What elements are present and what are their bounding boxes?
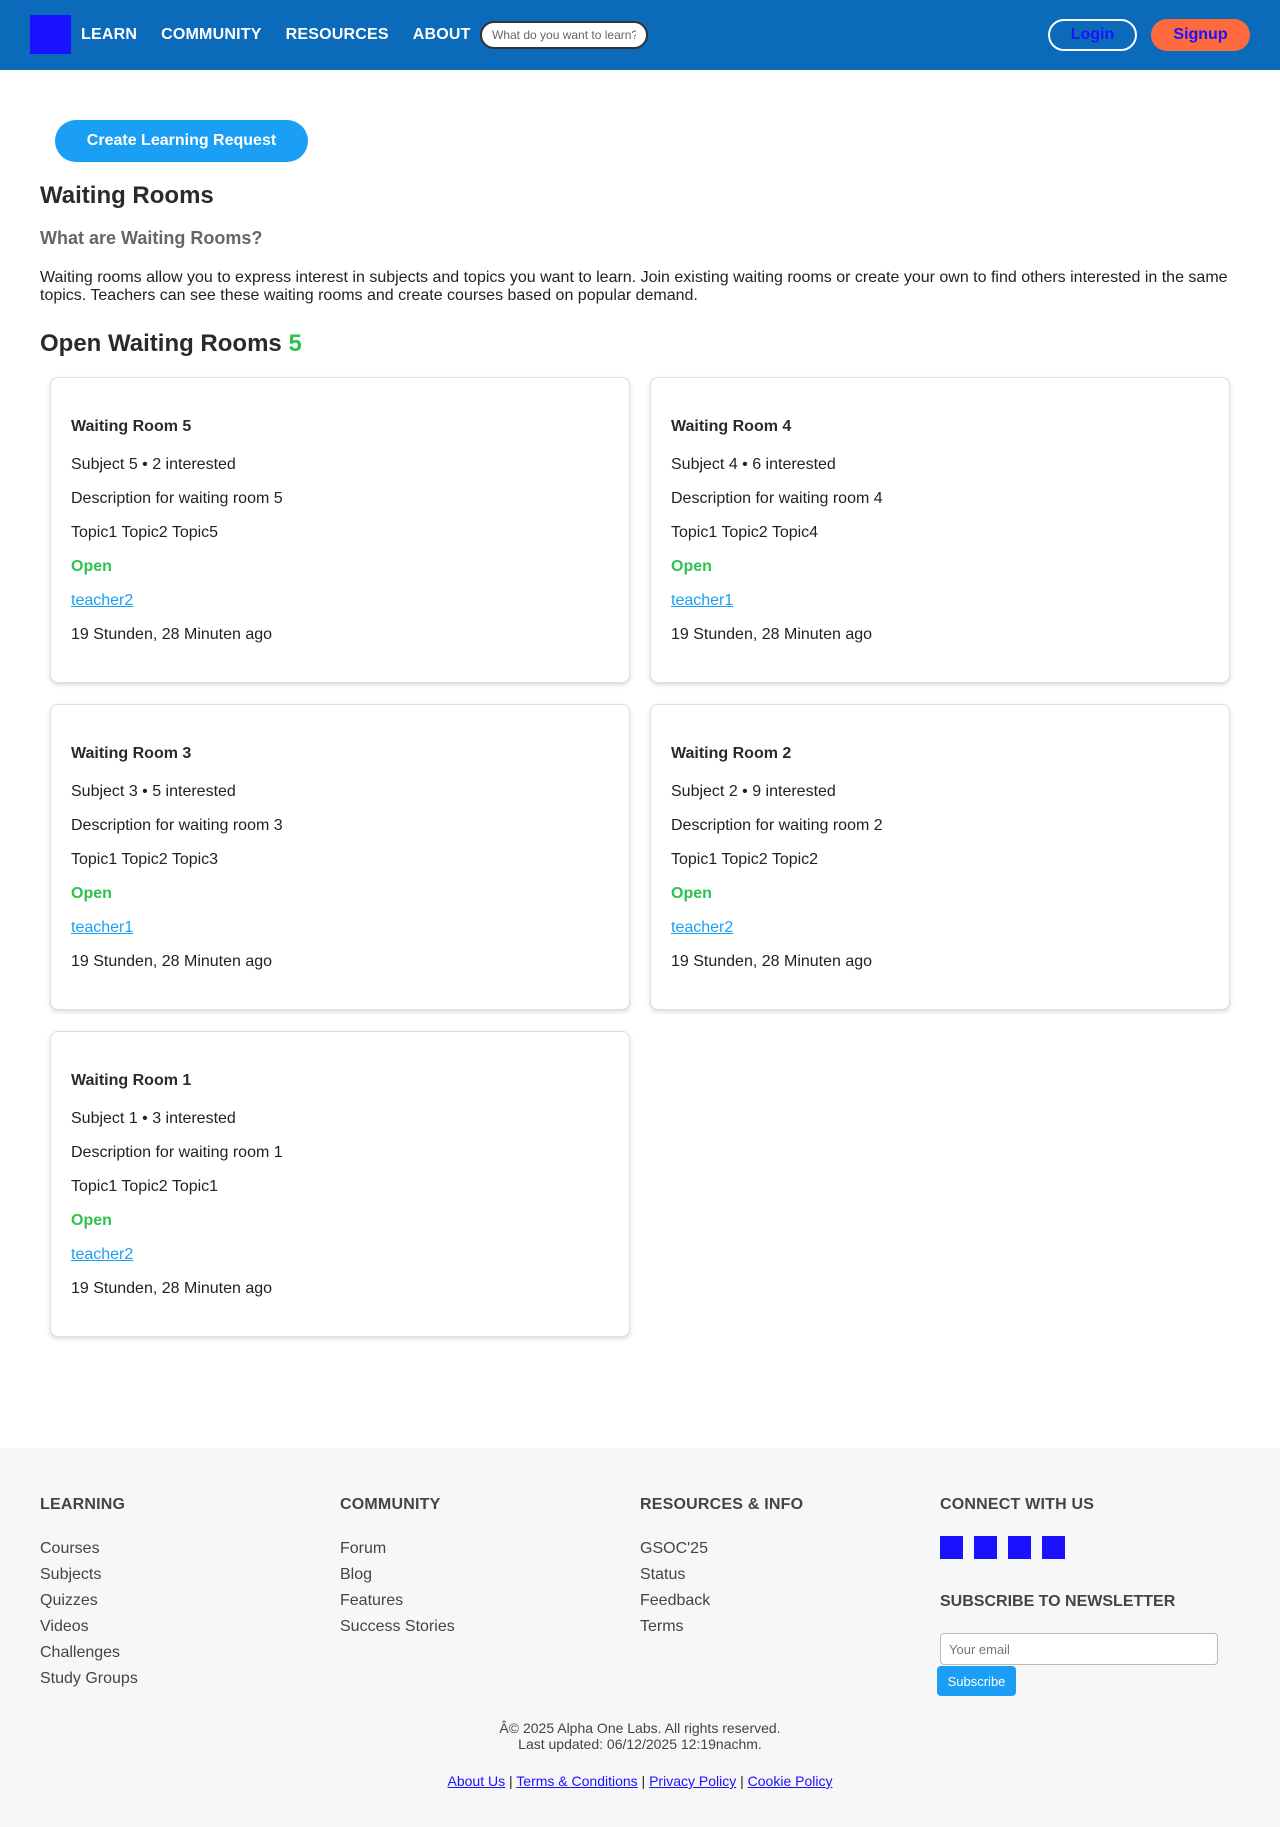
room-meta: Subject 4 • 6 interested: [671, 456, 836, 473]
signup-button[interactable]: Signup: [1151, 19, 1250, 51]
newsletter-title: SUBSCRIBE TO NEWSLETTER: [940, 1593, 1176, 1610]
open-rooms-heading: Open Waiting Rooms 5: [40, 330, 302, 358]
search-input[interactable]: [480, 21, 648, 49]
footer-link-study-groups[interactable]: Study Groups: [40, 1666, 138, 1692]
room-description: Description for waiting room 4: [671, 490, 883, 507]
last-updated-text: Last updated: 06/12/2025 12:19nachm.: [518, 1736, 762, 1752]
footer-link-challenges[interactable]: Challenges: [40, 1640, 138, 1666]
waiting-room-card[interactable]: Waiting Room 4 Subject 4 • 6 interested …: [650, 377, 1230, 683]
footer-link-status[interactable]: Status: [640, 1562, 803, 1588]
footer-link-blog[interactable]: Blog: [340, 1562, 455, 1588]
social-icons: [940, 1536, 1218, 1559]
room-description: Description for waiting room 3: [71, 817, 283, 834]
room-meta: Subject 2 • 9 interested: [671, 783, 836, 800]
footer-link-subjects[interactable]: Subjects: [40, 1562, 138, 1588]
room-time: 19 Stunden, 28 Minuten ago: [671, 953, 873, 970]
room-title: Waiting Room 1: [71, 1072, 192, 1089]
room-time: 19 Stunden, 28 Minuten ago: [71, 1280, 273, 1297]
room-topics: Topic1 Topic2 Topic3: [71, 851, 219, 868]
footer-link-videos[interactable]: Videos: [40, 1614, 138, 1640]
intro-text: Waiting rooms allow you to express inter…: [40, 269, 1228, 304]
waiting-room-card[interactable]: Waiting Room 2 Subject 2 • 9 interested …: [650, 704, 1230, 1010]
footer-link-quizzes[interactable]: Quizzes: [40, 1588, 138, 1614]
room-teacher-link[interactable]: teacher1: [71, 919, 133, 937]
legal-link-privacy-policy[interactable]: Privacy Policy: [649, 1773, 736, 1789]
subscribe-button[interactable]: Subscribe: [937, 1666, 1016, 1696]
legal-links: About Us | Terms & Conditions | Privacy …: [447, 1773, 833, 1789]
nav-community[interactable]: COMMUNITY: [161, 26, 261, 44]
footer-community-column: COMMUNITY Forum Blog Features Success St…: [340, 1496, 455, 1640]
footer-link-forum[interactable]: Forum: [340, 1536, 455, 1562]
footer-learning-column: LEARNING Courses Subjects Quizzes Videos…: [40, 1496, 138, 1692]
footer-learning-title: LEARNING: [40, 1496, 126, 1513]
room-description: Description for waiting room 5: [71, 490, 283, 507]
newsletter-email-input[interactable]: [940, 1633, 1218, 1665]
footer-connect-title: CONNECT WITH US: [940, 1496, 1095, 1513]
room-description: Description for waiting room 2: [671, 817, 883, 834]
footer-link-success-stories[interactable]: Success Stories: [340, 1614, 455, 1640]
room-teacher-link[interactable]: teacher2: [671, 919, 733, 937]
nav-learn[interactable]: LEARN: [81, 26, 137, 44]
room-meta: Subject 5 • 2 interested: [71, 456, 236, 473]
copyright-text: Â© 2025 Alpha One Labs. All rights reser…: [499, 1720, 781, 1736]
room-topics: Topic1 Topic2 Topic2: [671, 851, 819, 868]
room-description: Description for waiting room 1: [71, 1144, 283, 1161]
room-time: 19 Stunden, 28 Minuten ago: [671, 626, 873, 643]
room-meta: Subject 3 • 5 interested: [71, 783, 236, 800]
section-subtitle: What are Waiting Rooms?: [40, 228, 263, 248]
footer-link-features[interactable]: Features: [340, 1588, 455, 1614]
top-navbar: LEARN COMMUNITY RESOURCES ABOUT Login Si…: [0, 0, 1280, 70]
footer-resources-column: RESOURCES & INFO GSOC'25 Status Feedback…: [640, 1496, 803, 1640]
footer-link-terms[interactable]: Terms: [640, 1614, 803, 1640]
nav-about[interactable]: ABOUT: [413, 26, 471, 44]
legal-link-terms-conditions[interactable]: Terms & Conditions: [516, 1773, 637, 1789]
waiting-room-card[interactable]: Waiting Room 5 Subject 5 • 2 interested …: [50, 377, 630, 683]
room-status: Open: [671, 558, 712, 575]
create-learning-request-button[interactable]: Create Learning Request: [55, 120, 308, 162]
social-icon-4[interactable]: [1042, 1536, 1065, 1559]
room-topics: Topic1 Topic2 Topic5: [71, 524, 219, 541]
login-button[interactable]: Login: [1048, 19, 1137, 51]
room-status: Open: [71, 1212, 112, 1229]
open-rooms-heading-label: Open Waiting Rooms: [40, 330, 282, 357]
room-title: Waiting Room 5: [71, 418, 192, 435]
room-status: Open: [71, 885, 112, 902]
main-content: Create Learning Request Waiting Rooms Wh…: [0, 70, 1280, 1827]
room-time: 19 Stunden, 28 Minuten ago: [71, 626, 273, 643]
social-icon-2[interactable]: [974, 1536, 997, 1559]
room-teacher-link[interactable]: teacher2: [71, 1246, 133, 1264]
room-teacher-link[interactable]: teacher2: [71, 592, 133, 610]
room-title: Waiting Room 2: [671, 745, 792, 762]
footer-connect-column: CONNECT WITH US SUBSCRIBE TO NEWSLETTER …: [937, 1496, 1218, 1696]
open-rooms-count: 5: [288, 330, 302, 357]
site-logo[interactable]: [30, 15, 71, 54]
waiting-room-card[interactable]: Waiting Room 3 Subject 3 • 5 interested …: [50, 704, 630, 1010]
footer-link-gsoc[interactable]: GSOC'25: [640, 1536, 803, 1562]
room-topics: Topic1 Topic2 Topic4: [671, 524, 819, 541]
room-title: Waiting Room 4: [671, 418, 792, 435]
site-footer: LEARNING Courses Subjects Quizzes Videos…: [0, 1448, 1280, 1827]
nav-resources[interactable]: RESOURCES: [286, 26, 389, 44]
social-icon-3[interactable]: [1008, 1536, 1031, 1559]
copyright-block: Â© 2025 Alpha One Labs. All rights reser…: [0, 1720, 1280, 1752]
legal-link-cookie-policy[interactable]: Cookie Policy: [748, 1773, 833, 1789]
room-topics: Topic1 Topic2 Topic1: [71, 1178, 219, 1195]
footer-community-title: COMMUNITY: [340, 1496, 441, 1513]
room-teacher-link[interactable]: teacher1: [671, 592, 733, 610]
legal-link-about-us[interactable]: About Us: [448, 1773, 506, 1789]
main-nav: LEARN COMMUNITY RESOURCES ABOUT: [81, 0, 495, 70]
room-meta: Subject 1 • 3 interested: [71, 1110, 236, 1127]
page-title: Waiting Rooms: [40, 182, 214, 209]
footer-resources-title: RESOURCES & INFO: [640, 1496, 804, 1513]
room-status: Open: [671, 885, 712, 902]
room-time: 19 Stunden, 28 Minuten ago: [71, 953, 273, 970]
social-icon-1[interactable]: [940, 1536, 963, 1559]
waiting-room-card[interactable]: Waiting Room 1 Subject 1 • 3 interested …: [50, 1031, 630, 1337]
footer-link-feedback[interactable]: Feedback: [640, 1588, 803, 1614]
room-status: Open: [71, 558, 112, 575]
room-title: Waiting Room 3: [71, 745, 192, 762]
footer-link-courses[interactable]: Courses: [40, 1536, 138, 1562]
